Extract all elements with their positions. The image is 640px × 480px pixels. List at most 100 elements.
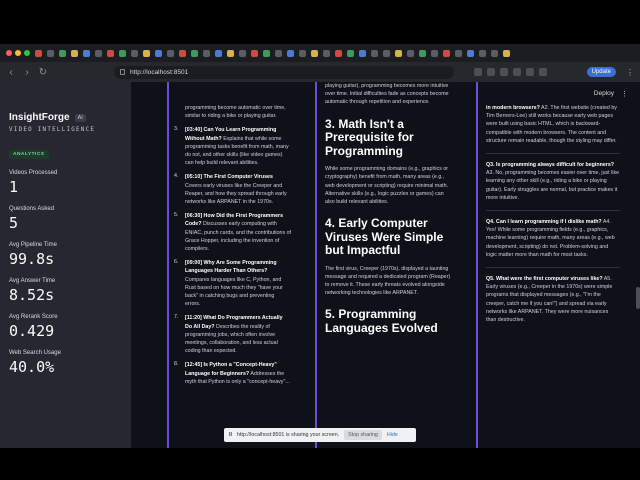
site-info-icon[interactable] xyxy=(120,68,125,75)
scrollbar[interactable] xyxy=(636,287,640,309)
timestamp-title[interactable]: [09:00] Why Are Some Programming Languag… xyxy=(185,260,277,274)
timestamp-item: 5. [06:30] How Did the First Programmers… xyxy=(174,212,291,253)
pause-icon: II xyxy=(229,432,232,438)
tab-favicon[interactable] xyxy=(299,49,306,57)
tab-favicon[interactable] xyxy=(155,49,162,57)
tab-favicon[interactable] xyxy=(431,49,438,57)
metric-questions-asked: Questions Asked 5 xyxy=(9,206,122,232)
tab-favicon[interactable] xyxy=(311,49,318,57)
tab-favicon[interactable] xyxy=(239,49,246,57)
metric-label: Videos Processed xyxy=(9,170,58,176)
tab-favicon[interactable] xyxy=(347,49,354,57)
extension-icon[interactable] xyxy=(487,68,495,76)
stop-sharing-button[interactable]: Stop sharing xyxy=(344,430,382,440)
timestamp-item: 6. [09:00] Why Are Some Programming Lang… xyxy=(174,259,291,308)
tab-favicon[interactable] xyxy=(107,49,114,57)
address-bar[interactable]: http://localhost:8501 xyxy=(114,65,454,79)
forward-icon[interactable]: › xyxy=(22,67,32,78)
qa-answer: A5. Early viruses (e.g., Creeper in the … xyxy=(486,276,613,324)
tab-favicon[interactable] xyxy=(83,49,90,57)
metric-value: 0.429 xyxy=(9,322,55,340)
extension-icon[interactable] xyxy=(500,68,508,76)
tab-favicon[interactable] xyxy=(215,49,222,57)
tab-favicon[interactable] xyxy=(71,49,78,57)
extension-icon[interactable] xyxy=(539,68,547,76)
tab-favicon[interactable] xyxy=(251,49,258,57)
timestamp-title[interactable]: [05:10] The First Computer Viruses xyxy=(185,174,273,180)
section-body: While some programming domains (e.g., gr… xyxy=(325,166,449,205)
metric-label: Avg Answer Time xyxy=(9,278,56,284)
divider xyxy=(486,210,620,212)
metric-web-search-usage: Web Search Usage 40.0% xyxy=(9,350,122,376)
extension-icon[interactable] xyxy=(474,68,482,76)
tab-favicon[interactable] xyxy=(407,49,414,57)
qa-item: Q3. Is programming always difficult for … xyxy=(486,161,620,202)
divider xyxy=(486,153,620,155)
tab-favicon[interactable] xyxy=(227,49,234,57)
metric-label: Questions Asked xyxy=(9,206,55,212)
timestamp-item: 7. [11:20] What Do Programmers Actually … xyxy=(174,314,291,355)
maximize-window-icon[interactable] xyxy=(24,50,30,56)
metric-value: 8.52s xyxy=(9,286,55,304)
tab-favicon[interactable] xyxy=(395,49,402,57)
tab-favicon[interactable] xyxy=(143,49,150,57)
tab-favicon[interactable] xyxy=(335,49,342,57)
close-window-icon[interactable] xyxy=(6,50,12,56)
tab-strip[interactable] xyxy=(0,44,640,62)
qa-question: Q3. Is programming always difficult for … xyxy=(486,162,615,169)
reload-icon[interactable]: ↻ xyxy=(38,67,48,78)
hide-button[interactable]: Hide xyxy=(387,432,398,438)
tab-favicon[interactable] xyxy=(443,49,450,57)
brand-subtitle: VIDEO INTELLIGENCE xyxy=(9,127,96,133)
tab-favicon[interactable] xyxy=(491,49,498,57)
tab-favicon[interactable] xyxy=(503,49,510,57)
timestamp-intro: programming become automatic over time, … xyxy=(185,105,286,120)
tab-favicon[interactable] xyxy=(47,49,54,57)
tab-favicon[interactable] xyxy=(467,49,474,57)
tab-favicon[interactable] xyxy=(275,49,282,57)
tab-favicon[interactable] xyxy=(479,49,486,57)
tab-favicon[interactable] xyxy=(35,49,42,57)
divider xyxy=(486,267,620,269)
minimize-window-icon[interactable] xyxy=(15,50,21,56)
metric-label: Avg Rerank Score xyxy=(9,314,58,320)
analytics-badge: ANALYTICS xyxy=(9,150,49,159)
tab-favicon[interactable] xyxy=(419,49,426,57)
tab-favicon[interactable] xyxy=(59,49,66,57)
metric-avg-rerank-score: Avg Rerank Score 0.429 xyxy=(9,314,122,340)
extension-icons xyxy=(474,68,547,76)
tab-favicon[interactable] xyxy=(263,49,270,57)
tab-favicon[interactable] xyxy=(287,49,294,57)
app-menu-icon[interactable]: ⋮ xyxy=(621,90,628,98)
extension-icon[interactable] xyxy=(513,68,521,76)
metric-label: Avg Pipeline Time xyxy=(9,242,57,248)
tab-favicon[interactable] xyxy=(95,49,102,57)
browser-menu-icon[interactable]: ⋮ xyxy=(626,68,634,77)
section-heading: 5. Programming Languages Evolved xyxy=(325,307,438,335)
list-number: 5. xyxy=(174,212,179,219)
screen-share-bar: II http://localhost:8501 is sharing your… xyxy=(224,428,416,442)
back-icon[interactable]: ‹ xyxy=(6,67,16,78)
metric-value: 99.8s xyxy=(9,250,55,268)
tab-favicon[interactable] xyxy=(203,49,210,57)
sidebar: InsightForge AI VIDEO INTELLIGENCE ANALY… xyxy=(0,82,131,448)
tab-favicon[interactable] xyxy=(119,49,126,57)
extension-icon[interactable] xyxy=(526,68,534,76)
tab-favicon[interactable] xyxy=(167,49,174,57)
tab-favicon[interactable] xyxy=(323,49,330,57)
tab-favicon[interactable] xyxy=(371,49,378,57)
list-number: 7. xyxy=(174,314,179,321)
tab-favicon[interactable] xyxy=(359,49,366,57)
tab-favicon[interactable] xyxy=(383,49,390,57)
url-text: http://localhost:8501 xyxy=(130,68,189,76)
qa-question: Q4. Can I learn programming if I dislike… xyxy=(486,219,602,226)
share-message: http://localhost:8501 is sharing your sc… xyxy=(236,432,340,438)
tab-favicon[interactable] xyxy=(455,49,462,57)
metric-label: Web Search Usage xyxy=(9,350,61,356)
brand-badge: AI xyxy=(74,113,86,122)
tab-favicon[interactable] xyxy=(179,49,186,57)
metric-avg-answer-time: Avg Answer Time 8.52s xyxy=(9,278,122,304)
tab-favicon[interactable] xyxy=(191,49,198,57)
tab-favicon[interactable] xyxy=(131,49,138,57)
update-button[interactable]: Update xyxy=(586,67,616,77)
